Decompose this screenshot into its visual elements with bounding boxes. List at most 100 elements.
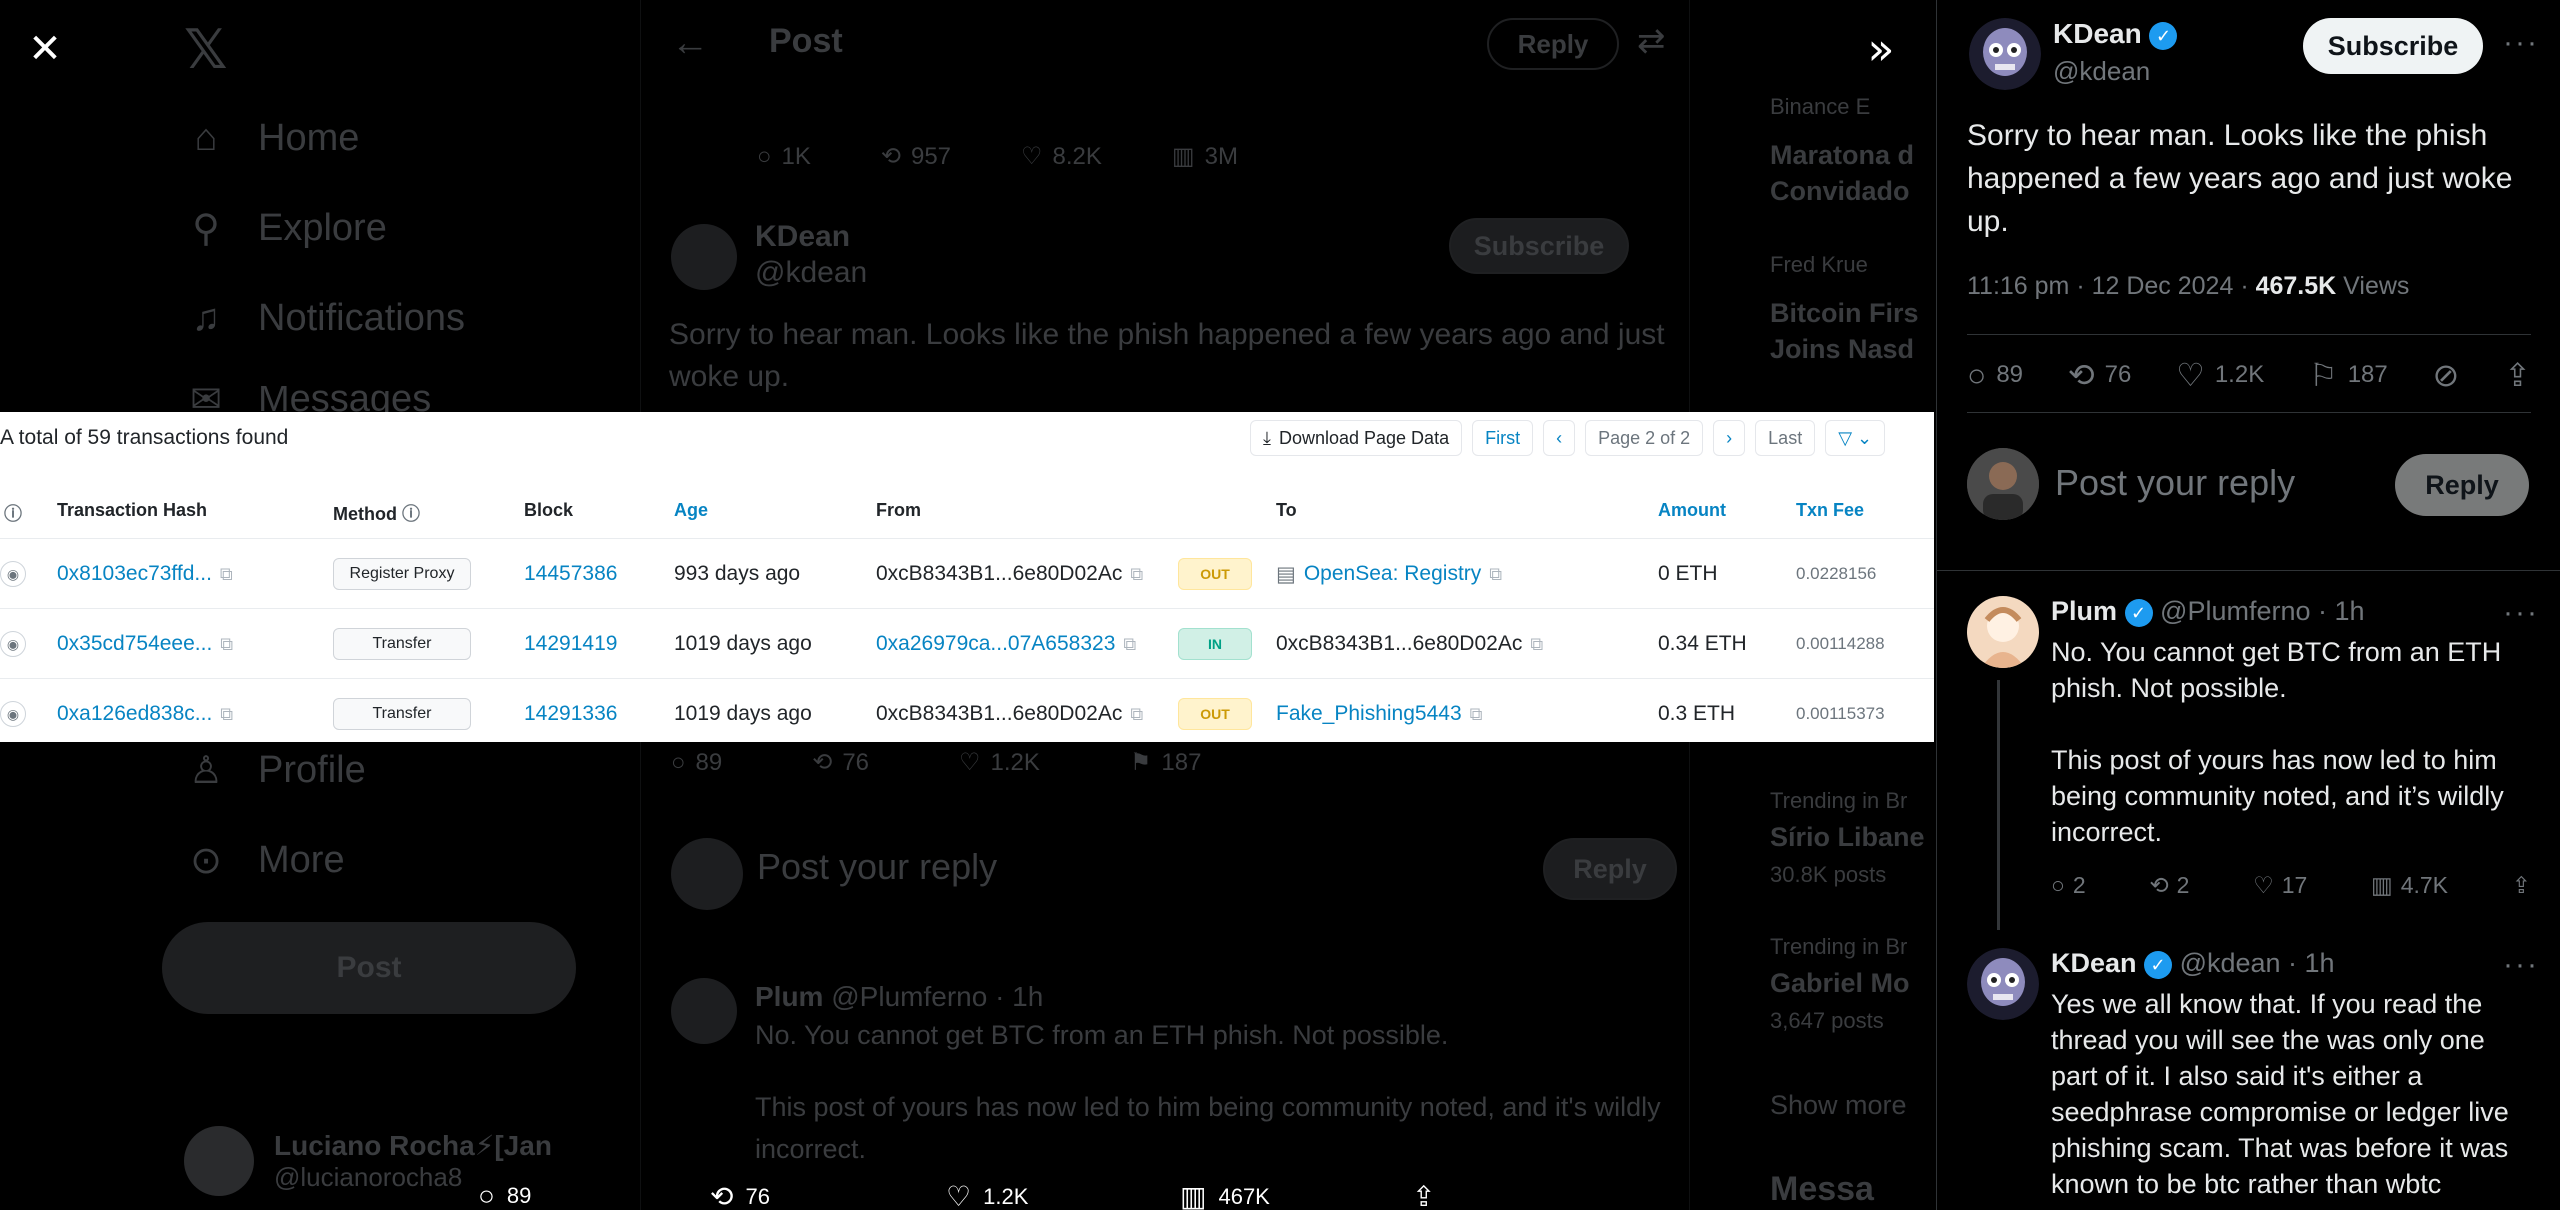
repost-count[interactable]: ⟲ 76 (812, 748, 869, 777)
share-button[interactable]: ⇪ (2504, 356, 2531, 394)
collapse-panel-icon[interactable]: » (1846, 14, 1916, 84)
repost-button[interactable]: ⟲ 2 (2149, 872, 2189, 899)
copy-icon[interactable]: ⧉ (1130, 564, 1143, 585)
last-page-button[interactable]: Last (1755, 420, 1816, 456)
column-header[interactable]: Age (674, 500, 708, 521)
tx-hash[interactable]: 0x8103ec73ffd... ⧉ (57, 539, 233, 609)
copy-icon[interactable]: ⧉ (220, 634, 233, 655)
avatar[interactable] (1967, 948, 2039, 1020)
x-logo-icon[interactable]: 𝕏 (184, 18, 228, 81)
to-address[interactable]: ▤ OpenSea: Registry ⧉ (1276, 539, 1502, 609)
block-link[interactable]: 14457386 (524, 539, 617, 609)
like-count[interactable]: ♡ 1.2K (959, 748, 1040, 777)
media-like-count[interactable]: ♡ 1.2K (946, 1180, 1028, 1210)
author-handle[interactable]: @kdean (755, 252, 867, 294)
from-address[interactable]: 0xa26979ca...07A658323 ⧉ (876, 609, 1136, 679)
copy-icon[interactable]: ⧉ (220, 564, 233, 585)
reply-button[interactable]: ○ 2 (2051, 872, 2086, 899)
settings-sliders-icon[interactable]: ⇄ (1637, 20, 1666, 62)
messages-drawer[interactable]: Messa (1770, 1170, 1874, 1209)
trend-title[interactable]: Joins Nasd (1770, 334, 1914, 365)
to-address[interactable]: 0xcB8343B1...6e80D02Ac ⧉ (1276, 609, 1543, 679)
avatar[interactable] (671, 224, 737, 290)
back-arrow-icon[interactable]: ← (671, 22, 709, 65)
copy-icon[interactable]: ⧉ (220, 704, 233, 725)
avatar[interactable] (1967, 596, 2039, 668)
post-button[interactable]: Post (162, 922, 576, 1014)
block-link[interactable]: 14291419 (524, 609, 617, 679)
tx-hash[interactable]: 0x35cd754eee... ⧉ (57, 609, 233, 679)
views-button[interactable]: ▥ 4.7K (2371, 872, 2448, 899)
like-button[interactable]: ♡ 17 (2253, 872, 2307, 899)
avatar[interactable] (671, 978, 737, 1044)
from-address[interactable]: 0xcB8343B1...6e80D02Ac ⧉ (876, 539, 1143, 609)
column-header[interactable]: Txn Fee (1796, 500, 1864, 521)
share-button[interactable]: ⇪ (2512, 872, 2531, 899)
avatar[interactable] (1969, 18, 2041, 90)
reply-count[interactable]: ○ 1K (757, 142, 811, 171)
like-button[interactable]: ♡ 1.2K (2176, 356, 2264, 394)
trend-title[interactable]: Maratona d (1770, 140, 1914, 171)
nav-profile[interactable]: ♙ Profile (184, 748, 366, 792)
preview-eye-icon[interactable]: ◉ (0, 609, 26, 679)
reply-count[interactable]: ○ 89 (671, 748, 722, 777)
copy-icon[interactable]: ⧉ (1130, 704, 1143, 725)
copy-icon[interactable]: ⧉ (1470, 704, 1483, 725)
comment-handle[interactable]: @Plumferno · 1h (831, 981, 1043, 1012)
preview-eye-icon[interactable]: ◉ (0, 539, 26, 609)
comment-author[interactable]: KDean (2051, 948, 2137, 978)
media-reply-count[interactable]: ○ 89 (478, 1180, 531, 1210)
block-link[interactable]: 14291336 (524, 679, 617, 742)
next-page-button[interactable]: › (1713, 420, 1746, 456)
bookmark-button[interactable]: ⚐ 187 (2309, 356, 2388, 394)
repost-count[interactable]: ⟲ 957 (881, 142, 951, 171)
repost-button[interactable]: ⟲ 76 (2068, 356, 2132, 394)
trend-title[interactable]: Gabriel Mo (1770, 968, 1910, 999)
trend-title[interactable]: Bitcoin Firs (1770, 298, 1919, 329)
trend-title[interactable]: Sírio Libane (1770, 822, 1925, 853)
more-options-icon[interactable]: ··· (2503, 596, 2539, 630)
bookmark-count[interactable]: ⚑ 187 (1130, 748, 1202, 777)
author-name[interactable]: KDean (2053, 18, 2142, 49)
grok-button[interactable]: ⊘ (2433, 356, 2460, 394)
more-options-icon[interactable]: ··· (2503, 26, 2539, 60)
to-address[interactable]: Fake_Phishing5443 ⧉ (1276, 679, 1483, 742)
copy-icon[interactable]: ⧉ (1123, 634, 1136, 655)
header-reply-button[interactable]: Reply (1487, 18, 1619, 70)
nav-messages[interactable]: ✉ Messages (184, 386, 431, 412)
reply-button[interactable]: ○ 89 (1967, 357, 2023, 394)
nav-notifications[interactable]: ♫ Notifications (184, 296, 465, 340)
tx-hash[interactable]: 0xa126ed838c... ⧉ (57, 679, 233, 742)
prev-page-button[interactable]: ‹ (1543, 420, 1576, 456)
first-page-button[interactable]: First (1472, 420, 1534, 456)
media-repost-count[interactable]: ⟲ 76 (710, 1180, 770, 1210)
like-count[interactable]: ♡ 8.2K (1021, 142, 1102, 171)
copy-icon[interactable]: ⧉ (1489, 564, 1502, 585)
show-more-link[interactable]: Show more (1770, 1090, 1907, 1121)
download-button[interactable]: ⤓ Download Page Data (1250, 420, 1463, 456)
reply-submit-button[interactable]: Reply (2395, 454, 2529, 516)
nav-explore[interactable]: ⚲ Explore (184, 206, 387, 250)
filter-button[interactable]: ▽ ⌄ (1825, 420, 1886, 456)
comment-author[interactable]: Plum (2051, 596, 2117, 626)
post-timestamp[interactable]: 11:16 pm · 12 Dec 2024 · (1967, 272, 2256, 300)
reply-button[interactable]: Reply (1543, 838, 1677, 900)
nav-home[interactable]: ⌂ Home (184, 116, 360, 160)
subscribe-button[interactable]: Subscribe (2303, 18, 2483, 74)
reply-input[interactable]: Post your reply (757, 846, 997, 888)
close-icon[interactable]: ✕ (10, 14, 80, 84)
media-image[interactable]: A total of 59 transactions found ⤓ Downlo… (0, 412, 1934, 742)
nav-more[interactable]: ⊙ More (184, 838, 345, 882)
more-options-icon[interactable]: ··· (2503, 948, 2539, 982)
comment-handle[interactable]: @Plumferno · 1h (2160, 596, 2365, 626)
author-handle[interactable]: @kdean (2053, 56, 2150, 87)
comment-author[interactable]: Plum (755, 981, 823, 1012)
trend-title[interactable]: Convidado (1770, 176, 1910, 207)
preview-eye-icon[interactable]: ◉ (0, 679, 26, 742)
media-view-count[interactable]: ▥ 467K (1180, 1180, 1270, 1210)
media-share-button[interactable]: ⇪ (1412, 1180, 1435, 1210)
column-header[interactable]: Amount (1658, 500, 1726, 521)
copy-icon[interactable]: ⧉ (1530, 634, 1543, 655)
view-count[interactable]: ▥ 3M (1172, 142, 1238, 171)
subscribe-button[interactable]: Subscribe (1449, 218, 1629, 274)
